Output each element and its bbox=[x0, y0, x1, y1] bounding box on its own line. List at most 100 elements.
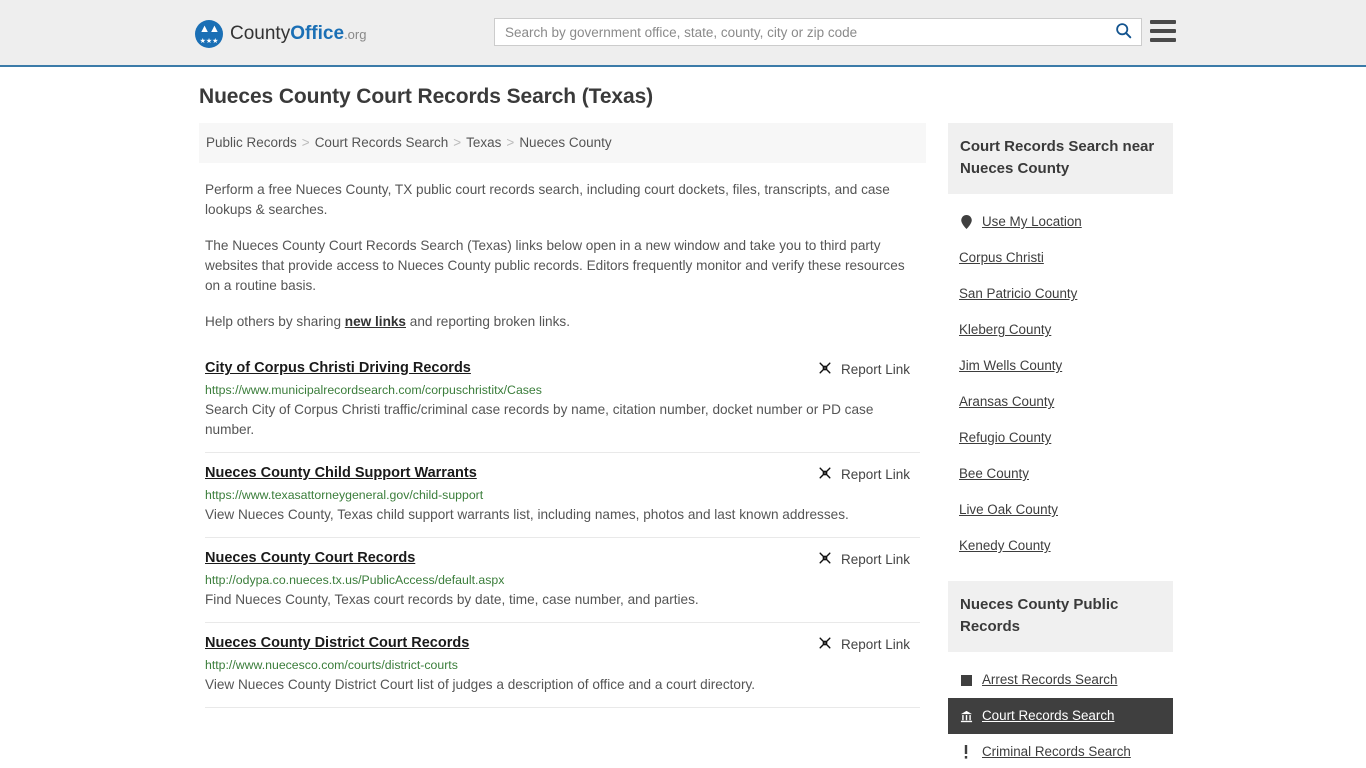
sidebar-item-bee-county[interactable]: Bee County bbox=[948, 456, 1173, 492]
sidebar-item-use-my-location[interactable]: Use My Location bbox=[948, 204, 1173, 240]
report-link-button[interactable]: Report Link bbox=[817, 635, 910, 654]
intro-paragraph-2: The Nueces County Court Records Search (… bbox=[205, 238, 905, 293]
result-item: Nueces County District Court Records htt… bbox=[205, 623, 920, 708]
id-card-icon bbox=[959, 674, 973, 686]
result-url: https://www.texasattorneygeneral.gov/chi… bbox=[205, 488, 484, 502]
report-link-button[interactable]: Report Link bbox=[817, 465, 910, 484]
breadcrumb-item-public-records[interactable]: Public Records bbox=[206, 135, 297, 150]
brand-text-office: Office bbox=[290, 23, 345, 44]
intro-paragraph-3: Help others by sharing new links and rep… bbox=[205, 312, 920, 332]
report-link-label: Report Link bbox=[840, 637, 910, 652]
result-description: View Nueces County District Court list o… bbox=[205, 677, 756, 692]
sidebar-item-criminal-records-search[interactable]: Criminal Records Search bbox=[948, 734, 1173, 768]
eagle-seal-icon: ▲▲ ★★★ bbox=[195, 20, 223, 48]
sidebar: Court Records Search near Nueces County … bbox=[948, 123, 1173, 768]
search-input[interactable] bbox=[495, 24, 1105, 40]
result-title-link[interactable]: Nueces County Child Support Warrants bbox=[205, 465, 477, 481]
breadcrumb-item-texas[interactable]: Texas bbox=[466, 135, 501, 150]
result-list: City of Corpus Christi Driving Records h… bbox=[199, 350, 926, 708]
breadcrumb: Public Records > Court Records Search > Texa… bbox=[199, 123, 926, 163]
content-wrapper: Public Records > Court Records Search > Texa… bbox=[199, 123, 1173, 768]
hamburger-menu-icon[interactable] bbox=[1150, 20, 1176, 42]
report-link-button[interactable]: Report Link bbox=[817, 550, 910, 569]
sidebar-item-label: Aransas County bbox=[959, 394, 1055, 409]
page-title: Nueces County Court Records Search (Texa… bbox=[199, 85, 654, 108]
map-pin-icon bbox=[959, 215, 973, 229]
breadcrumb-item-nueces-county[interactable]: Nueces County bbox=[519, 135, 611, 150]
result-title-link[interactable]: Nueces County District Court Records bbox=[205, 635, 469, 651]
result-url: http://www.nuecesco.com/courts/district-… bbox=[205, 658, 458, 672]
sidebar-item-label: Kenedy County bbox=[959, 538, 1051, 553]
breadcrumb-separator: > bbox=[301, 135, 310, 150]
sidebar-public-records-list: Arrest Records Search Court Records Sear… bbox=[948, 662, 1173, 768]
sidebar-item-label: Corpus Christi bbox=[959, 250, 1044, 265]
sidebar-item-label: Use My Location bbox=[982, 214, 1082, 229]
result-url: https://www.municipalrecordsearch.com/co… bbox=[205, 383, 542, 397]
intro-p3-after: and reporting broken links. bbox=[406, 314, 570, 329]
broken-link-icon bbox=[817, 550, 833, 569]
search-button[interactable] bbox=[1105, 19, 1141, 45]
sidebar-item-label: Kleberg County bbox=[959, 322, 1052, 337]
intro-paragraph-1: Perform a free Nueces County, TX public … bbox=[205, 182, 890, 217]
result-item: City of Corpus Christi Driving Records h… bbox=[205, 350, 920, 453]
sidebar-item-kenedy-county[interactable]: Kenedy County bbox=[948, 528, 1173, 564]
site-header: ▲▲ ★★★ CountyOffice.org bbox=[0, 0, 1366, 67]
broken-link-icon bbox=[817, 360, 833, 379]
sidebar-item-arrest-records-search[interactable]: Arrest Records Search bbox=[948, 662, 1173, 698]
sidebar-item-live-oak-county[interactable]: Live Oak County bbox=[948, 492, 1173, 528]
courthouse-icon bbox=[959, 710, 973, 723]
sidebar-item-jim-wells-county[interactable]: Jim Wells County bbox=[948, 348, 1173, 384]
brand-wordmark: CountyOffice.org bbox=[230, 24, 366, 44]
breadcrumb-separator: > bbox=[506, 135, 515, 150]
result-title-link[interactable]: Nueces County Court Records bbox=[205, 550, 415, 566]
sidebar-item-label: Arrest Records Search bbox=[982, 672, 1118, 687]
sidebar-item-label: Criminal Records Search bbox=[982, 744, 1131, 759]
sidebar-item-corpus-christi[interactable]: Corpus Christi bbox=[948, 240, 1173, 276]
brand-text-org: .org bbox=[344, 27, 367, 42]
sidebar-public-records-box: Nueces County Public Records Arrest Reco… bbox=[948, 581, 1173, 768]
sidebar-item-label: Bee County bbox=[959, 466, 1029, 481]
result-url: http://odypa.co.nueces.tx.us/PublicAcces… bbox=[205, 573, 505, 587]
broken-link-icon bbox=[817, 635, 833, 654]
hamburger-bar bbox=[1150, 20, 1176, 24]
broken-link-icon bbox=[817, 465, 833, 484]
hamburger-bar bbox=[1150, 38, 1176, 42]
page-body: Nueces County Court Records Search (Texa… bbox=[0, 67, 1366, 759]
sidebar-item-refugio-county[interactable]: Refugio County bbox=[948, 420, 1173, 456]
intro-p3-before: Help others by sharing bbox=[205, 314, 345, 329]
result-title-link[interactable]: City of Corpus Christi Driving Records bbox=[205, 360, 471, 376]
sidebar-item-court-records-search[interactable]: Court Records Search bbox=[948, 698, 1173, 734]
result-description: Search City of Corpus Christi traffic/cr… bbox=[205, 402, 874, 437]
site-logo[interactable]: ▲▲ ★★★ CountyOffice.org bbox=[195, 20, 366, 48]
result-description: View Nueces County, Texas child support … bbox=[205, 507, 849, 522]
report-link-label: Report Link bbox=[840, 362, 910, 377]
sidebar-nearby-list: Use My Location Corpus Christi San Patri… bbox=[948, 204, 1173, 564]
result-item: Nueces County Court Records http://odypa… bbox=[205, 538, 920, 623]
sidebar-item-aransas-county[interactable]: Aransas County bbox=[948, 384, 1173, 420]
result-description: Find Nueces County, Texas court records … bbox=[205, 592, 699, 607]
intro-text: Perform a free Nueces County, TX public … bbox=[199, 180, 926, 332]
sidebar-nearby-heading: Court Records Search near Nueces County bbox=[948, 123, 1173, 194]
exclamation-icon bbox=[959, 745, 973, 759]
sidebar-item-label: San Patricio County bbox=[959, 286, 1078, 301]
report-link-label: Report Link bbox=[840, 552, 910, 567]
sidebar-item-kleberg-county[interactable]: Kleberg County bbox=[948, 312, 1173, 348]
search-icon bbox=[1115, 22, 1132, 42]
search-bar bbox=[494, 18, 1142, 46]
brand-text-county: County bbox=[230, 23, 291, 44]
sidebar-item-label: Live Oak County bbox=[959, 502, 1058, 517]
hamburger-bar bbox=[1150, 29, 1176, 33]
new-links-link[interactable]: new links bbox=[345, 314, 406, 329]
sidebar-public-records-heading: Nueces County Public Records bbox=[948, 581, 1173, 652]
sidebar-item-label: Refugio County bbox=[959, 430, 1052, 445]
sidebar-item-label: Court Records Search bbox=[982, 708, 1115, 723]
result-item: Nueces County Child Support Warrants htt… bbox=[205, 453, 920, 538]
report-link-label: Report Link bbox=[840, 467, 910, 482]
sidebar-item-label: Jim Wells County bbox=[959, 358, 1063, 373]
sidebar-nearby-box: Court Records Search near Nueces County … bbox=[948, 123, 1173, 564]
breadcrumb-separator: > bbox=[453, 135, 462, 150]
sidebar-item-san-patricio-county[interactable]: San Patricio County bbox=[948, 276, 1173, 312]
breadcrumb-item-court-records-search[interactable]: Court Records Search bbox=[315, 135, 449, 150]
main-column: Public Records > Court Records Search > Texa… bbox=[199, 123, 926, 768]
report-link-button[interactable]: Report Link bbox=[817, 360, 910, 379]
